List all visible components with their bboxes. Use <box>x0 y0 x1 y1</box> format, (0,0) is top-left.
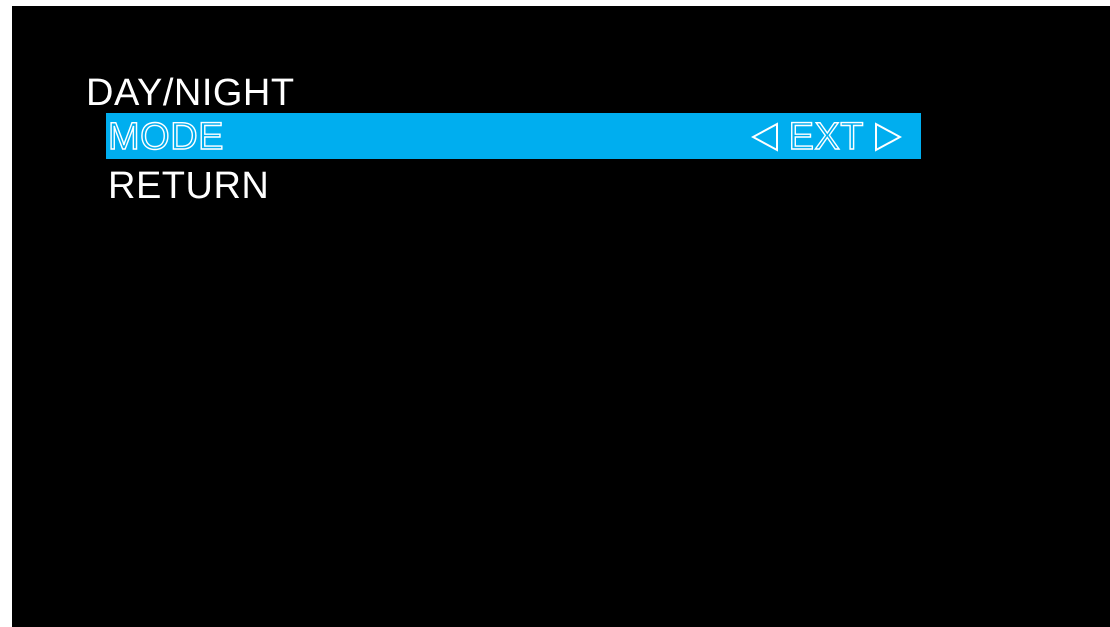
arrow-left-icon[interactable] <box>750 122 779 152</box>
menu-item-label: RETURN <box>108 165 270 207</box>
arrow-right-icon[interactable] <box>874 122 902 152</box>
menu-title: DAY/NIGHT <box>86 72 295 114</box>
mode-value: EXT <box>788 116 864 158</box>
osd-screen: DAY/NIGHT MODE EXT RETURN <box>12 6 1110 627</box>
menu-item-mode[interactable]: MODE EXT <box>106 113 921 159</box>
menu-item-label: MODE <box>107 116 224 158</box>
mode-value-selector[interactable]: EXT <box>750 116 902 158</box>
menu-item-return[interactable]: RETURN <box>106 162 921 208</box>
